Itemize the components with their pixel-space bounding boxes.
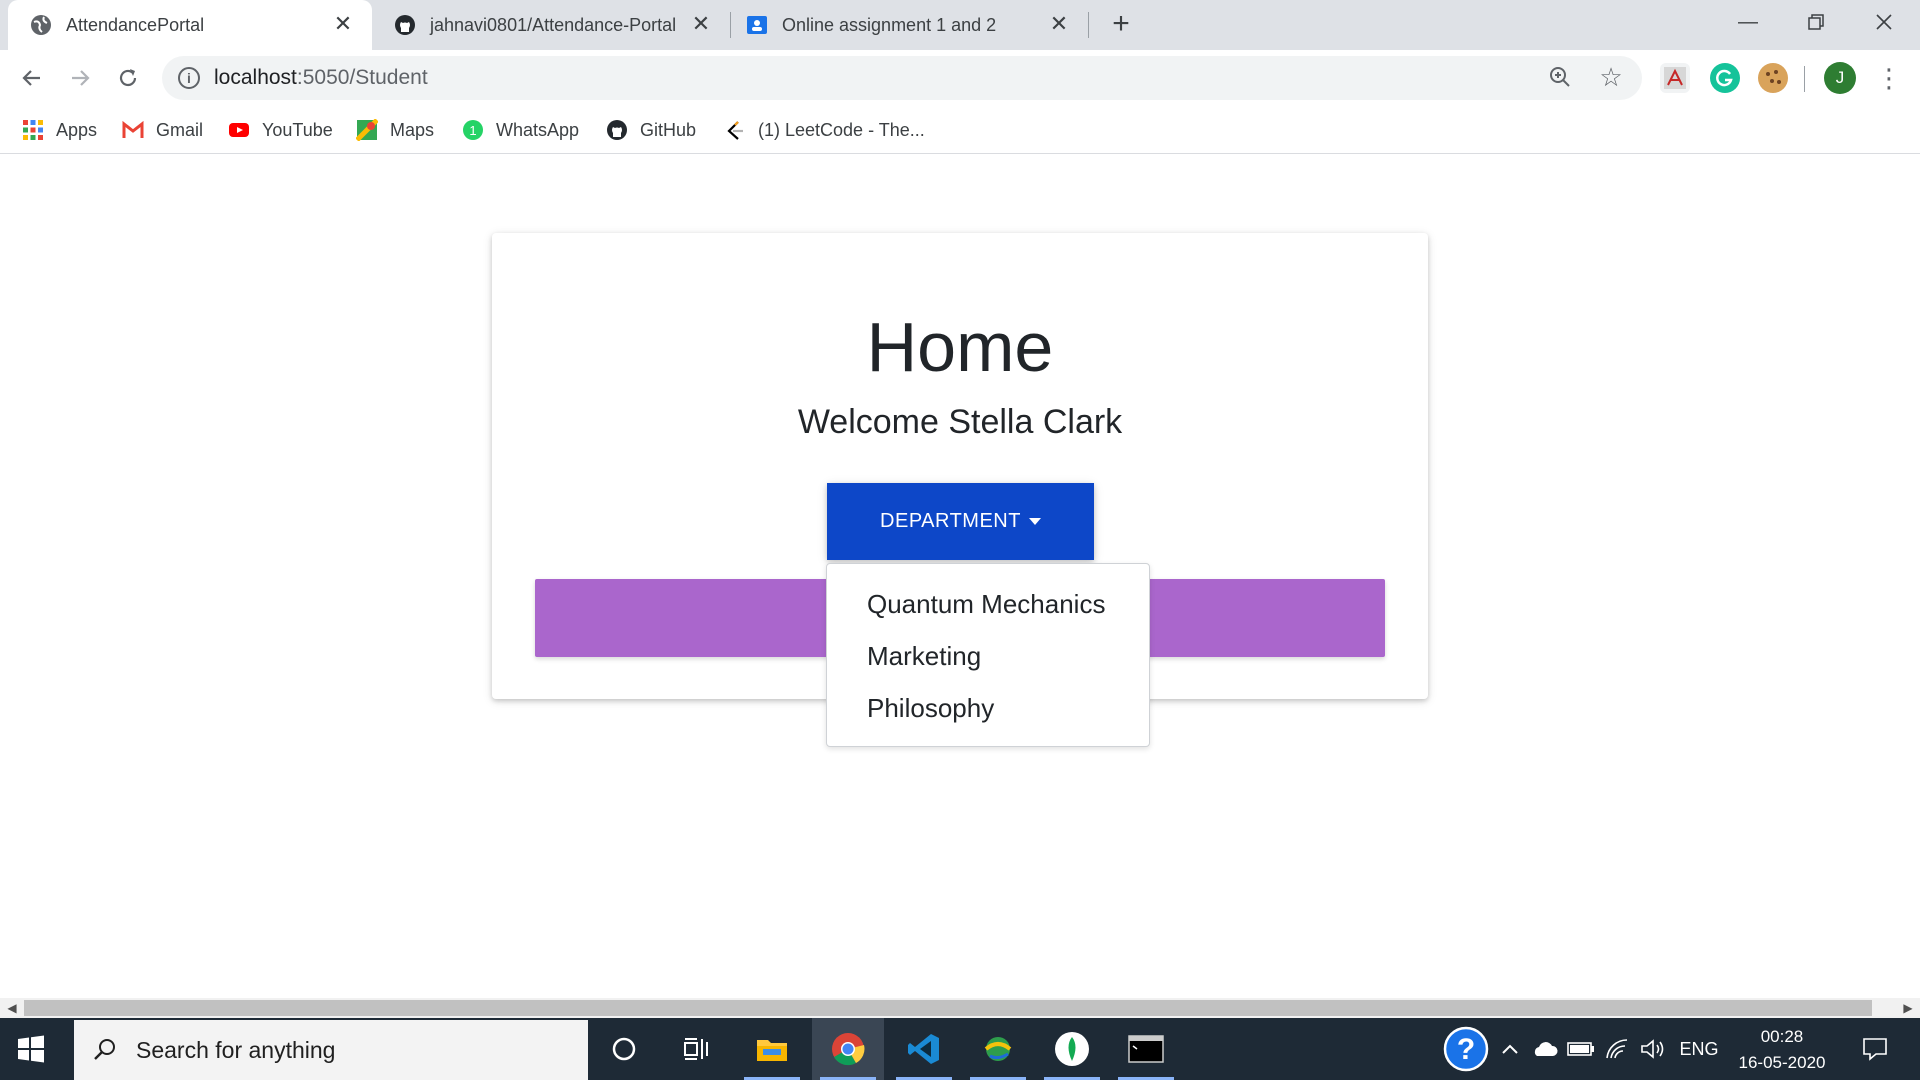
new-tab-button[interactable]: + bbox=[1106, 9, 1136, 40]
bookmark-label: YouTube bbox=[262, 119, 333, 140]
vscode-icon[interactable] bbox=[888, 1018, 960, 1080]
task-view-icon[interactable] bbox=[660, 1018, 732, 1080]
bookmark-label: Gmail bbox=[156, 119, 204, 140]
chevron-up-icon[interactable] bbox=[1496, 1018, 1524, 1080]
github-icon bbox=[395, 15, 415, 35]
bookmark-label: WhatsApp bbox=[496, 119, 580, 140]
bookmark-apps[interactable]: Apps bbox=[22, 116, 97, 144]
browser-tab-strip: AttendancePortal ✕ jahnavi0801/Attendanc… bbox=[0, 0, 1920, 50]
tab-title: AttendancePortal bbox=[66, 14, 205, 35]
windows-start-icon[interactable] bbox=[14, 1032, 48, 1066]
department-button-label: DEPARTMENT bbox=[880, 510, 1021, 532]
profile-avatar[interactable]: J bbox=[1824, 62, 1856, 94]
bookmark-label: GitHub bbox=[640, 119, 697, 140]
mongodb-compass-icon[interactable] bbox=[1036, 1018, 1108, 1080]
volume-icon[interactable] bbox=[1636, 1018, 1670, 1080]
bookmark-label: Apps bbox=[56, 119, 98, 140]
bookmark-whatsapp[interactable]: 1 WhatsApp bbox=[462, 116, 579, 144]
browser-menu-icon[interactable]: ⋮ bbox=[1876, 60, 1902, 96]
close-tab-icon[interactable]: ✕ bbox=[1046, 11, 1072, 37]
taskbar-search-box[interactable]: Search for anything bbox=[74, 1020, 588, 1080]
toolbar-separator bbox=[1804, 66, 1805, 92]
bookmark-youtube[interactable]: YouTube bbox=[228, 116, 333, 144]
site-info-icon[interactable]: i bbox=[178, 67, 200, 89]
bookmark-github[interactable]: GitHub bbox=[606, 116, 696, 144]
windows-taskbar: Search for anything ? ENG 00:28 16-05-20… bbox=[0, 1018, 1920, 1080]
tab-title: jahnavi0801/Attendance-Portal bbox=[430, 14, 677, 35]
bookmarks-bar: Apps Gmail YouTube Maps 1 WhatsApp GitHu… bbox=[0, 106, 1920, 154]
scrollbar-thumb[interactable] bbox=[24, 1000, 1872, 1016]
tab-title: Online assignment 1 and 2 bbox=[782, 14, 997, 35]
grammarly-icon[interactable] bbox=[1710, 63, 1740, 93]
chrome-taskbar-icon[interactable] bbox=[812, 1018, 884, 1080]
language-indicator[interactable]: ENG bbox=[1674, 1018, 1724, 1080]
zoom-icon[interactable] bbox=[1548, 65, 1574, 91]
back-icon[interactable] bbox=[16, 62, 48, 94]
taskbar-search-placeholder: Search for anything bbox=[136, 1036, 336, 1063]
browser-toolbar: i localhost:5050/Student ☆ J ⋮ bbox=[0, 50, 1920, 106]
onedrive-icon[interactable] bbox=[1528, 1018, 1562, 1080]
bookmark-maps[interactable]: Maps bbox=[356, 116, 434, 144]
pdf-extension-icon[interactable] bbox=[1660, 63, 1690, 93]
url-path: :5050/Student bbox=[296, 66, 428, 89]
bookmark-label: Maps bbox=[390, 119, 435, 140]
system-clock[interactable]: 00:28 16-05-2020 bbox=[1724, 1024, 1840, 1076]
scroll-left-icon[interactable]: ◀ bbox=[4, 1000, 20, 1016]
file-explorer-icon[interactable] bbox=[736, 1018, 808, 1080]
apps-grid-icon bbox=[23, 120, 43, 140]
caret-down-icon bbox=[1028, 518, 1041, 525]
menu-item-quantum-mechanics[interactable]: Quantum Mechanics bbox=[827, 578, 1149, 630]
help-icon[interactable]: ? bbox=[1440, 1018, 1492, 1080]
minimize-icon[interactable]: — bbox=[1728, 6, 1768, 38]
tab-attendance-portal[interactable]: AttendancePortal ✕ bbox=[8, 0, 372, 50]
welcome-message: Welcome Stella Clark bbox=[797, 403, 1123, 441]
globe-icon bbox=[31, 15, 51, 35]
leetcode-icon bbox=[727, 121, 743, 140]
restore-icon[interactable] bbox=[1796, 6, 1836, 38]
close-window-icon[interactable] bbox=[1864, 6, 1904, 38]
maps-icon bbox=[356, 119, 378, 141]
department-dropdown-menu: Quantum Mechanics Marketing Philosophy bbox=[826, 563, 1150, 747]
svg-text:?: ? bbox=[1457, 1033, 1475, 1066]
scroll-right-icon[interactable]: ▶ bbox=[1900, 1000, 1916, 1016]
bookmark-leetcode[interactable]: (1) LeetCode - The... bbox=[724, 116, 925, 144]
tab-github-repo[interactable]: jahnavi0801/Attendance-Portal ✕ bbox=[372, 0, 730, 50]
notification-center-icon[interactable] bbox=[1850, 1018, 1900, 1080]
gmail-icon bbox=[122, 120, 144, 138]
address-bar[interactable]: i localhost:5050/Student ☆ bbox=[162, 56, 1642, 100]
clock-time: 00:28 bbox=[1760, 1027, 1804, 1046]
reload-icon[interactable] bbox=[112, 62, 144, 94]
download-manager-icon[interactable] bbox=[962, 1018, 1034, 1080]
menu-item-marketing[interactable]: Marketing bbox=[827, 630, 1149, 682]
cortana-icon[interactable] bbox=[588, 1018, 660, 1080]
search-icon bbox=[94, 1039, 115, 1060]
wifi-icon[interactable] bbox=[1600, 1018, 1634, 1080]
bookmark-star-icon[interactable]: ☆ bbox=[1596, 62, 1626, 92]
close-tab-icon[interactable]: ✕ bbox=[330, 11, 356, 37]
horizontal-scrollbar[interactable]: ◀ ▶ bbox=[0, 998, 1920, 1018]
youtube-icon bbox=[229, 123, 249, 137]
battery-icon[interactable] bbox=[1564, 1018, 1598, 1080]
url-host: localhost bbox=[214, 66, 297, 89]
department-dropdown-button[interactable]: DEPARTMENT bbox=[827, 483, 1094, 560]
close-tab-icon[interactable]: ✕ bbox=[688, 11, 714, 37]
clock-date: 16-05-2020 bbox=[1738, 1053, 1826, 1072]
github-icon bbox=[607, 120, 627, 140]
tab-separator bbox=[1088, 12, 1089, 38]
tab-online-assignment[interactable]: Online assignment 1 and 2 ✕ bbox=[724, 0, 1088, 50]
svg-text:1: 1 bbox=[469, 123, 476, 138]
cookie-extension-icon[interactable] bbox=[1758, 63, 1788, 93]
url-text[interactable]: localhost:5050/Student bbox=[214, 66, 428, 90]
bookmark-gmail[interactable]: Gmail bbox=[122, 116, 203, 144]
whatsapp-icon: 1 bbox=[463, 120, 483, 140]
page-title: Home bbox=[866, 308, 1054, 386]
classroom-icon bbox=[747, 16, 767, 34]
menu-item-philosophy[interactable]: Philosophy bbox=[827, 682, 1149, 734]
bookmark-label: (1) LeetCode - The... bbox=[758, 119, 925, 140]
forward-icon[interactable] bbox=[64, 62, 96, 94]
page-content: Home Welcome Stella Clark DEPARTMENT Qua… bbox=[0, 155, 1920, 1000]
terminal-icon[interactable] bbox=[1110, 1018, 1182, 1080]
